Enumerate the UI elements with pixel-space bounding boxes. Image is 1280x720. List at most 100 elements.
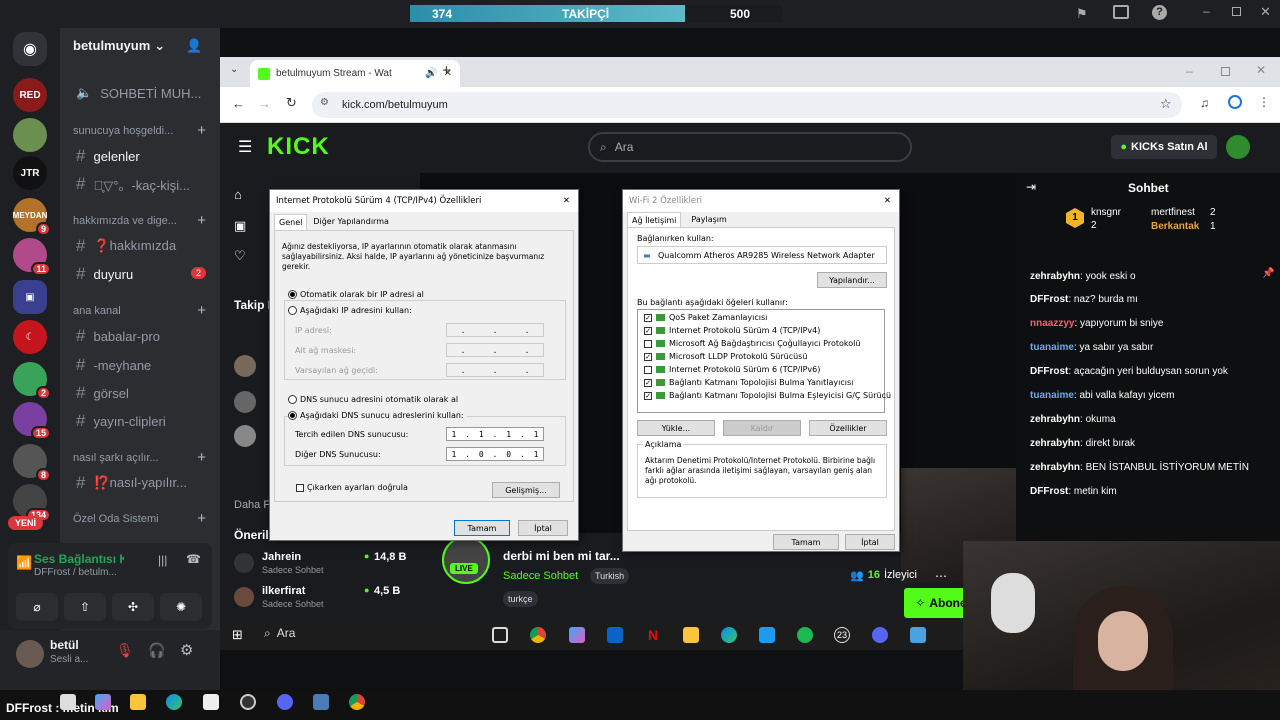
channel-kac-kisi[interactable]: # 。̥▽°。-kaç-kişi...	[76, 174, 190, 194]
add-channel-icon[interactable]: +	[197, 302, 206, 319]
cancel-button[interactable]: İptal	[845, 534, 895, 550]
tab-list-icon[interactable]: ⌄	[230, 64, 238, 75]
browser-close-icon[interactable]: ✕	[1256, 63, 1266, 77]
channel-nasil-yapilir[interactable]: # ⁉️nasıl-yapılır...	[76, 473, 187, 493]
configure-button[interactable]: Yapılandır...	[817, 272, 887, 288]
channel-duyuru[interactable]: # duyuru	[76, 264, 133, 284]
component-item[interactable]: ✓ Internet Protokolü Sürüm 4 (TCP/IPv4)	[644, 326, 820, 335]
bookmark-star-icon[interactable]: ☆	[1160, 96, 1172, 112]
discord-taskbar-icon[interactable]	[872, 627, 888, 643]
file-explorer-icon[interactable]	[683, 627, 699, 643]
audio-icon[interactable]: 🔊	[425, 68, 437, 79]
server-icon-10[interactable]: 8	[13, 444, 51, 482]
noise-icon[interactable]: |||	[158, 553, 167, 567]
channel-gorsel[interactable]: # görsel	[76, 383, 129, 403]
chrome-icon[interactable]	[530, 627, 546, 643]
category-1[interactable]: sunucuya hoşgeldi...	[73, 125, 173, 137]
back-icon[interactable]: ←	[232, 96, 245, 111]
hamburger-menu-icon[interactable]: ☰	[238, 137, 252, 157]
app-taskbar-icon[interactable]	[910, 627, 926, 643]
advanced-button[interactable]: Gelişmiş...	[492, 482, 560, 498]
auto-ip-radio[interactable]: Otomatik olarak bir IP adresi al	[288, 290, 427, 299]
follow-avatar[interactable]	[234, 425, 256, 447]
share-icon[interactable]: ⋯	[935, 569, 947, 583]
chat-username[interactable]: tuanaime	[1030, 390, 1074, 401]
chat-username[interactable]: DFFrost	[1030, 366, 1068, 377]
chat-username[interactable]: tuanaime	[1030, 342, 1074, 353]
preferred-dns-field[interactable]: 1.1.1.1	[446, 427, 544, 441]
headphones-icon[interactable]: 🎧	[148, 642, 165, 659]
collapse-chat-icon[interactable]: ⇥	[1026, 180, 1036, 194]
server-icon-meydan[interactable]: MEYDAN 9	[13, 198, 51, 236]
help-icon[interactable]: ?	[1152, 5, 1167, 20]
chat-username[interactable]: nnaazzyy	[1030, 318, 1074, 329]
manual-dns-radio[interactable]: Aşağıdaki DNS sunucu adreslerini kullan:	[288, 411, 467, 420]
channel-gelenler[interactable]: # gelenler	[76, 146, 140, 166]
chat-username[interactable]: DFFrost	[1030, 294, 1068, 305]
host-app-icon[interactable]	[313, 694, 329, 710]
new-badge[interactable]: YENİ	[8, 516, 44, 530]
cancel-button[interactable]: İptal	[518, 520, 568, 536]
component-checkbox[interactable]: ✓	[644, 313, 652, 322]
category-2[interactable]: hakkımızda ve dige...	[73, 215, 177, 227]
recommended-channel[interactable]: ilkerfirat Sadece Sohbet ● 4,5 B	[234, 585, 409, 613]
subnet-mask-field[interactable]: ...	[446, 343, 544, 357]
component-checkbox[interactable]: ✓	[644, 378, 652, 387]
close-icon[interactable]: ✕	[563, 196, 570, 206]
minimize-icon[interactable]: –	[1203, 4, 1210, 18]
browser-menu-icon[interactable]: ⋮	[1258, 95, 1270, 109]
validate-checkbox[interactable]: Çıkarken ayarları doğrula	[296, 483, 408, 492]
voice-channel-sohbet[interactable]: 🔈 SOHBETİ MUH...	[76, 85, 201, 101]
close-icon[interactable]: ✕	[1260, 4, 1271, 20]
channel-hakkimizda[interactable]: # ❓hakkımızda	[76, 236, 176, 256]
browser-minimize-icon[interactable]: –	[1186, 64, 1193, 78]
new-tab-icon[interactable]: +	[442, 62, 451, 79]
close-icon[interactable]: ✕	[884, 196, 891, 206]
browse-icon[interactable]: ▣	[234, 218, 246, 234]
ip-address-field[interactable]: ...	[446, 323, 544, 337]
gateway-field[interactable]: ...	[446, 363, 544, 377]
host-explorer-icon[interactable]	[130, 694, 146, 710]
channel-babalar-pro[interactable]: # babalar-pro	[76, 326, 160, 346]
app-23-icon[interactable]: 23	[834, 627, 850, 643]
component-item[interactable]: Internet Protokolü Sürüm 6 (TCP/IPv6)	[644, 365, 820, 374]
netflix-icon[interactable]: N	[645, 627, 661, 643]
site-info-icon[interactable]: ⚙	[320, 97, 329, 108]
disconnect-icon[interactable]: ☎	[186, 552, 201, 566]
tab-networking[interactable]: Ağ İletişimi	[627, 212, 682, 228]
properties-button[interactable]: Özellikler	[809, 420, 887, 436]
home-icon[interactable]: ⌂	[234, 187, 242, 202]
maximize-icon[interactable]	[1232, 7, 1241, 16]
component-item[interactable]: Microsoft Ağ Bağdaştırıcısı Çoğullayıcı …	[644, 339, 860, 348]
profile-icon[interactable]	[1228, 95, 1242, 109]
following-icon[interactable]: ♡	[234, 248, 246, 264]
add-channel-icon[interactable]: +	[197, 510, 206, 527]
browser-tab-kick[interactable]: betulmuyum Stream - Wat 🔊 ✕	[250, 60, 460, 87]
discord-home-icon[interactable]: ◉	[13, 32, 47, 66]
tab-sharing[interactable]: Paylaşım	[691, 212, 726, 228]
add-channel-icon[interactable]: +	[197, 449, 206, 466]
tab-alternate-config[interactable]: Diğer Yapılandırma	[313, 214, 389, 230]
component-item[interactable]: ✓ Bağlantı Katmanı Topolojisi Bulma Eşley…	[644, 391, 891, 400]
host-copilot-icon[interactable]	[95, 694, 111, 710]
chat-username[interactable]: zehrabyhn	[1030, 438, 1080, 449]
server-icon-11[interactable]: 134	[13, 484, 51, 522]
chat-username[interactable]: zehrabyhn	[1030, 462, 1080, 473]
outlook-icon[interactable]	[607, 627, 623, 643]
settings-gear-icon[interactable]: ⚙	[180, 641, 193, 659]
component-item[interactable]: ✓ Microsoft LLDP Protokolü Sürücüsü	[644, 352, 807, 361]
follow-avatar[interactable]	[234, 391, 256, 413]
windows-start-icon[interactable]: ⊞	[232, 627, 243, 643]
server-icon-9[interactable]: 15	[13, 402, 51, 440]
ok-button[interactable]: Tamam	[454, 520, 510, 536]
host-chrome-icon[interactable]	[349, 694, 365, 710]
host-store-icon[interactable]	[203, 694, 219, 710]
tag-turkce[interactable]: turkçe	[503, 591, 538, 607]
tag-turkish[interactable]: Turkish	[590, 568, 630, 584]
avatar[interactable]	[16, 640, 44, 668]
taskbar-search[interactable]: ⌕ Ara	[264, 626, 414, 644]
ok-button[interactable]: Tamam	[773, 534, 839, 550]
host-discord-icon[interactable]	[277, 694, 293, 710]
host-taskview-icon[interactable]	[60, 694, 76, 710]
url-field[interactable]: kick.com/betulmuyum	[312, 92, 1182, 118]
